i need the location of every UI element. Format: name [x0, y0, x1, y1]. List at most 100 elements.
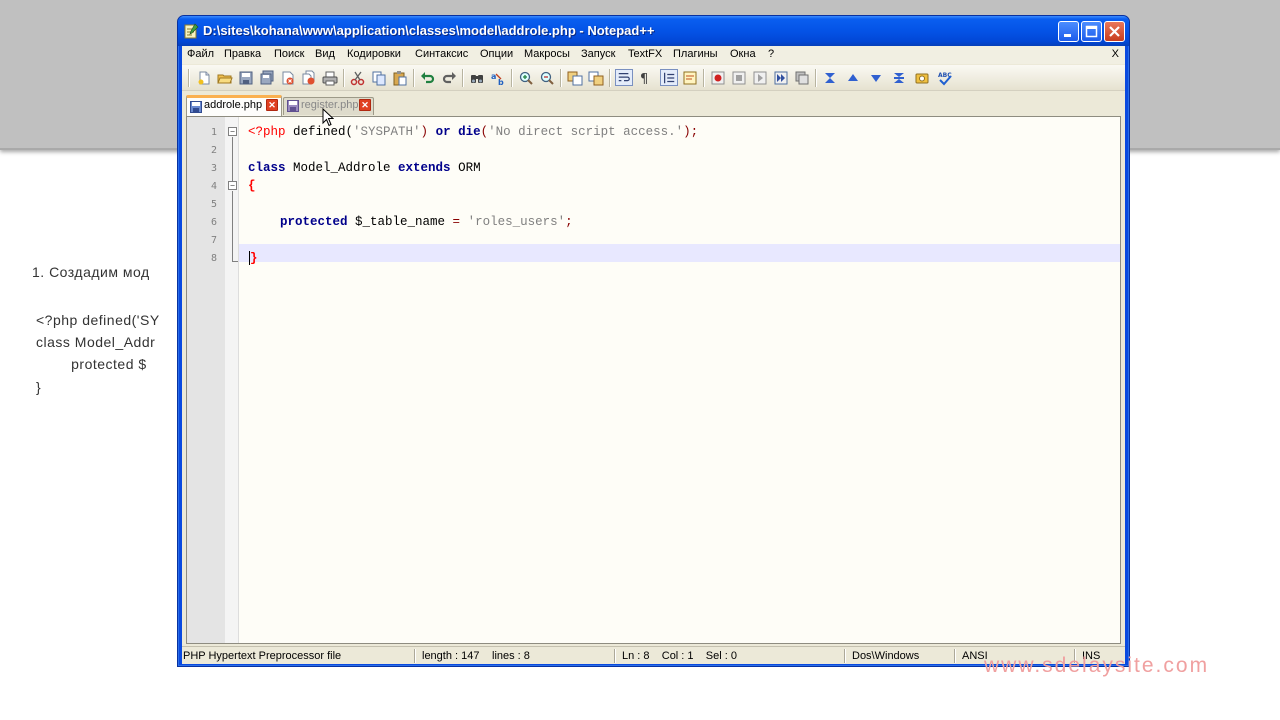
current-line-highlight: [239, 244, 1120, 262]
toolbar-separator: [188, 69, 189, 87]
save-all-icon[interactable]: [258, 69, 276, 86]
line-number: 5: [210, 199, 217, 210]
paste-icon[interactable]: [391, 69, 409, 86]
code-string: 'SYSPATH': [353, 125, 421, 139]
line-number: 3: [210, 163, 217, 174]
word-wrap-icon[interactable]: [615, 69, 633, 86]
spellcheck-icon[interactable]: ABC: [936, 69, 954, 86]
tab-close-icon[interactable]: ✕: [266, 99, 278, 111]
svg-text:¶: ¶: [640, 72, 648, 86]
menu-encoding[interactable]: Кодировки: [347, 48, 401, 60]
menu-plugins[interactable]: Плагины: [673, 48, 718, 60]
stop-record-icon[interactable]: [730, 69, 748, 86]
playback-macro-icon[interactable]: [751, 69, 769, 86]
record-macro-icon[interactable]: [709, 69, 727, 86]
zoom-in-icon[interactable]: [517, 69, 535, 86]
sync-horizontal-icon[interactable]: [587, 69, 605, 86]
toolbar-separator: [462, 69, 463, 87]
code-keyword: die: [458, 125, 481, 139]
fold-margin: − −: [225, 117, 239, 643]
save-icon[interactable]: [237, 69, 255, 86]
new-file-icon[interactable]: [195, 69, 213, 86]
print-icon[interactable]: [321, 69, 339, 86]
menu-help[interactable]: ?: [768, 48, 774, 60]
tab-addrole[interactable]: addrole.php ✕: [186, 95, 282, 116]
window-title: D:\sites\kohana\www\application\classes\…: [203, 23, 655, 38]
status-eol-format: Dos\Windows: [852, 650, 920, 662]
textfx-icon-1[interactable]: [821, 69, 839, 86]
menu-view[interactable]: Вид: [315, 48, 335, 60]
zoom-out-icon[interactable]: [538, 69, 556, 86]
find-icon[interactable]: [468, 69, 486, 86]
line-number: 2: [210, 145, 217, 156]
status-file-type: PHP Hypertext Preprocessor file: [183, 650, 342, 662]
saved-file-icon: [190, 101, 202, 113]
cut-icon[interactable]: [349, 69, 367, 86]
status-separator: [844, 649, 845, 663]
maximize-button[interactable]: [1081, 21, 1102, 42]
menu-options[interactable]: Опции: [480, 48, 513, 60]
copy-icon[interactable]: [370, 69, 388, 86]
menu-edit[interactable]: Правка: [224, 48, 261, 60]
svg-text:b: b: [498, 78, 504, 86]
toolbar-separator: [511, 69, 512, 87]
menu-file[interactable]: Файл: [187, 48, 214, 60]
status-separator: [614, 649, 615, 663]
code-editor[interactable]: 1 2 3 4 5 6 7 8 − − <?php defined('SYSPA…: [186, 116, 1121, 644]
title-bar[interactable]: D:\sites\kohana\www\application\classes\…: [178, 16, 1129, 46]
menu-search[interactable]: Поиск: [274, 48, 304, 60]
line-number: 6: [210, 217, 217, 228]
run-macro-multiple-icon[interactable]: [772, 69, 790, 86]
redo-icon[interactable]: [440, 69, 458, 86]
code-token: Model_Addrole: [285, 161, 399, 175]
maximize-icon: [1085, 25, 1098, 38]
menu-run[interactable]: Запуск: [581, 48, 615, 60]
minimize-button[interactable]: [1058, 21, 1079, 42]
code-token: );: [683, 125, 699, 139]
indent-guide-icon[interactable]: [660, 69, 678, 86]
code-string: 'No direct script access.': [488, 125, 684, 139]
code-token: $_table_name: [347, 215, 453, 229]
menu-windows[interactable]: Окна: [730, 48, 756, 60]
fold-toggle[interactable]: −: [228, 181, 237, 190]
menu-bar: Файл Правка Поиск Вид Кодировки Синтакси…: [182, 46, 1125, 64]
toolbar-separator: [343, 69, 344, 87]
close-all-icon[interactable]: [300, 69, 318, 86]
code-token: ;: [565, 215, 573, 229]
textfx-icon-3[interactable]: [867, 69, 885, 86]
menu-syntax[interactable]: Синтаксис: [415, 48, 468, 60]
close-file-icon[interactable]: [279, 69, 297, 86]
code-token: =: [452, 215, 461, 229]
user-language-icon[interactable]: [681, 69, 699, 86]
close-document-button[interactable]: X: [1112, 48, 1119, 60]
tab-close-icon[interactable]: ✕: [359, 99, 371, 111]
notepadpp-window: D:\sites\kohana\www\application\classes\…: [177, 15, 1130, 667]
textfx-icon-5[interactable]: [913, 69, 931, 86]
textfx-icon-4[interactable]: [890, 69, 908, 86]
menu-macros[interactable]: Макросы: [524, 48, 570, 60]
open-file-icon[interactable]: [216, 69, 234, 86]
show-all-chars-icon[interactable]: ¶: [636, 69, 654, 86]
code-line-1: <?php defined('SYSPATH') or die('No dire…: [248, 125, 698, 139]
replace-icon[interactable]: ab: [489, 69, 507, 86]
sync-vertical-icon[interactable]: [566, 69, 584, 86]
textfx-icon-2[interactable]: [844, 69, 862, 86]
saved-file-icon: [287, 100, 299, 112]
fold-toggle[interactable]: −: [228, 127, 237, 136]
save-macro-icon[interactable]: [793, 69, 811, 86]
mouse-pointer-icon: [322, 108, 334, 127]
line-number: 4: [210, 181, 217, 192]
php-open-tag: <?php: [248, 125, 286, 139]
undo-icon[interactable]: [419, 69, 437, 86]
line-number: 1: [210, 127, 217, 138]
code-keyword: or: [435, 125, 451, 139]
line-number-gutter: 1 2 3 4 5 6 7 8: [187, 117, 225, 643]
menu-textfx[interactable]: TextFX: [628, 48, 662, 60]
background-text-line: 1. Создадим мод: [32, 264, 150, 280]
close-icon: [1109, 26, 1120, 37]
code-keyword: class: [248, 161, 286, 175]
close-window-button[interactable]: [1104, 21, 1125, 42]
fold-end: [232, 261, 238, 262]
svg-text:a: a: [491, 72, 496, 81]
